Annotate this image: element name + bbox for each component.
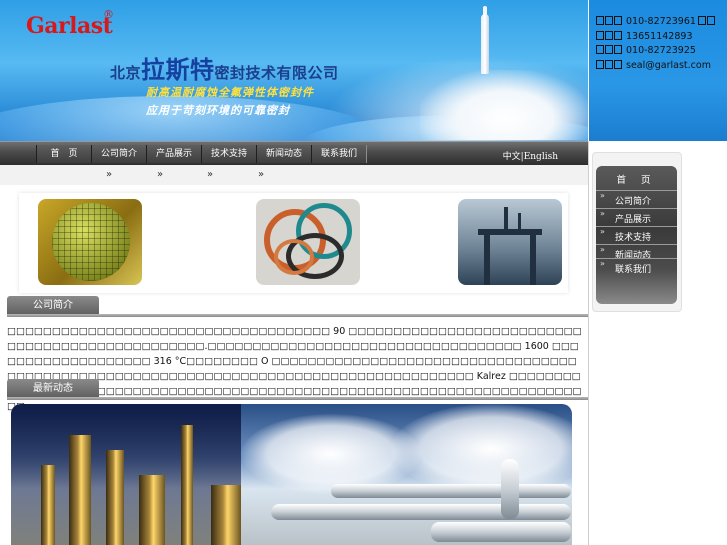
nav-item-products[interactable]: 产品展示 [146,145,202,163]
company-brand: 拉斯特 [141,56,215,84]
breadcrumb-arrow: » [106,169,113,180]
side-menu-item-label: 联系我们 [615,265,652,275]
side-menu-item-label: 产品展示 [615,215,652,225]
chevron-right-icon: » [600,191,605,200]
slogan-line-1: 耐高温耐腐蚀全氟弹性体密封件 [146,86,314,99]
side-menu-item-contact[interactable]: » 联系我们 [596,258,677,275]
news-section-rule [7,397,588,400]
nav-item-home[interactable]: 首 页 [36,145,92,163]
chevron-right-icon: » [600,227,605,236]
industrial-plant-image [11,404,572,545]
cloud [391,404,572,494]
side-menu: 首 页 » 公司简介 » 产品展示 » 技术支持 » 新闻动态 » 联系我们 [596,166,677,304]
rig-crane [518,213,521,231]
breadcrumb-arrow: » [157,169,164,180]
chevron-right-icon: » [600,245,605,254]
contact-email-row: seal@garlast.com [596,59,727,74]
refinery-tower [139,475,165,545]
rig-leg [530,235,536,285]
refinery-tower [211,485,241,545]
contact-mobile-row: 13651142893 [596,30,727,45]
breadcrumb: » » » » [0,165,588,185]
rig-leg [484,235,490,285]
intro-text: □□□□□□□□□□□□□□□□□□□□□□□□□□□□□□□□□□□□ 90 … [7,326,582,412]
product-image-row [19,193,568,293]
language-switch[interactable]: 中文|English [503,149,558,162]
chevron-right-icon: » [600,209,605,218]
nav-item-about[interactable]: 公司简介 [91,145,147,163]
nav-item-support[interactable]: 技术支持 [201,145,257,163]
oil-rig-image[interactable] [458,199,562,285]
main-nav: 首 页 公司简介 产品展示 技术支持 新闻动态 联系我们 中文|English [0,141,588,165]
nav-item-contact[interactable]: 联系我们 [311,145,367,163]
contact-fax: 010-82723925 [626,45,696,56]
breadcrumb-arrow: » [258,169,265,180]
contact-phone-row: 010-82723961 [596,15,727,30]
side-menu-item-products[interactable]: » 产品展示 [596,208,677,225]
side-menu-title[interactable]: 首 页 [596,172,677,186]
pipe [431,522,571,542]
news-section-title: 最新动态 [7,379,99,399]
breadcrumb-arrow: » [207,169,214,180]
contact-mobile: 13651142893 [626,30,693,42]
contact-phone: 010-82723961 [626,16,696,27]
logo[interactable]: Garlast [26,13,113,39]
contact-email[interactable]: seal@garlast.com [626,60,711,71]
o-rings-image[interactable] [256,199,360,285]
intro-section-rule [7,314,588,317]
header-banner: Garlast ® 北京拉斯特密封技术有限公司 耐高温耐腐蚀全氟弹性体密封件 应… [0,0,588,141]
side-menu-item-label: 公司简介 [615,197,652,207]
rocket-smoke [420,70,588,140]
chimney [501,459,519,519]
registered-mark: ® [103,8,114,21]
chevron-right-icon: » [600,259,605,268]
side-menu-item-label: 技术支持 [615,233,652,243]
intro-section-title: 公司简介 [7,296,99,316]
refinery-tower [69,435,91,545]
rocket-image [478,6,492,76]
side-menu-item-about[interactable]: » 公司简介 [596,190,677,207]
pipe [331,484,571,498]
wafer-disc [52,203,130,281]
slogan-line-2: 应用于苛刻环境的可靠密封 [146,104,290,117]
company-prefix: 北京 [110,64,142,82]
refinery-tower [106,450,124,545]
refinery-tower [181,425,193,545]
contact-fax-row: 010-82723925 [596,44,727,59]
nav-item-news[interactable]: 新闻动态 [256,145,312,163]
rig-derrick [504,207,508,231]
company-suffix: 密封技术有限公司 [214,64,339,82]
contact-panel: 010-82723961 13651142893 010-82723925 se… [589,0,727,141]
company-name: 北京拉斯特密封技术有限公司 [110,50,339,85]
refinery-tower [41,465,55,545]
pipe [271,504,571,520]
side-menu-item-support[interactable]: » 技术支持 [596,226,677,243]
wafer-image[interactable] [38,199,142,285]
o-ring [274,239,314,275]
rocket-body [481,14,489,74]
